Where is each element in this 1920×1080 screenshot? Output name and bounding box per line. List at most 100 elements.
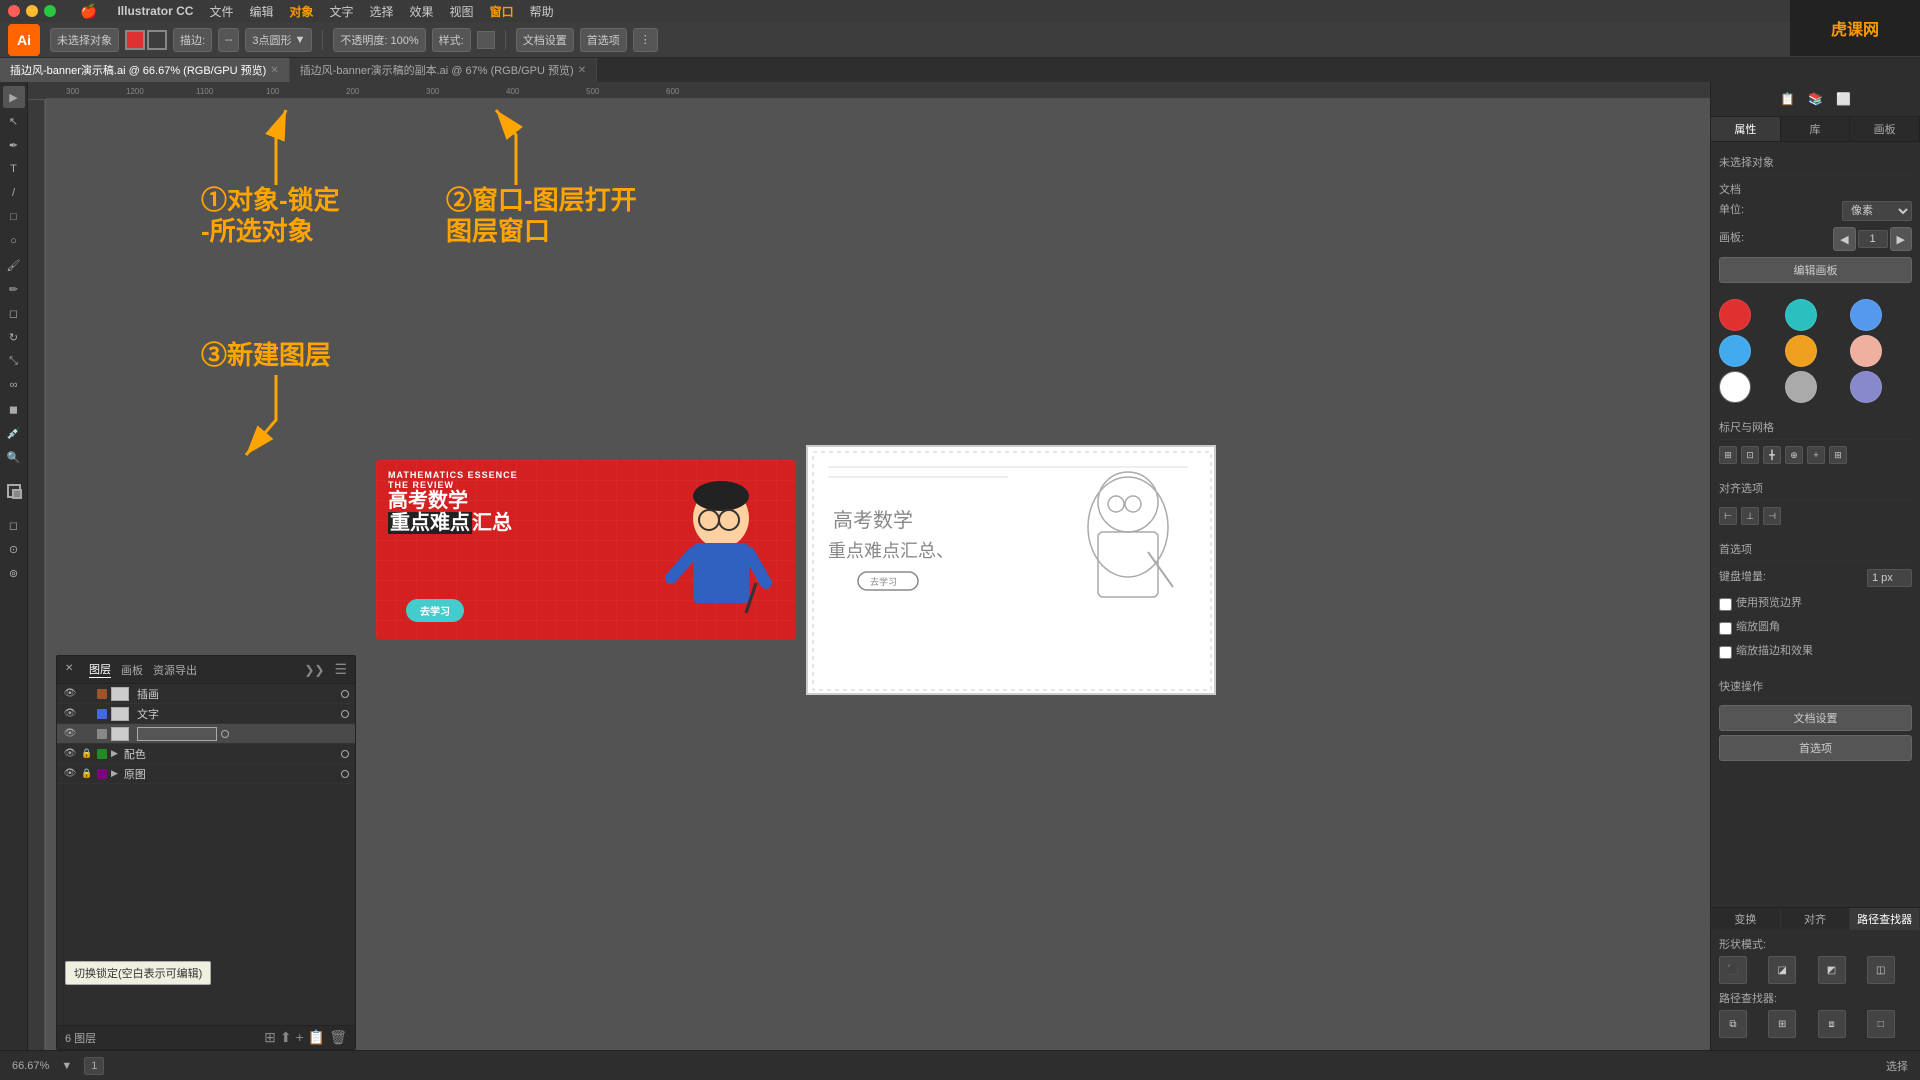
draw-behind-mode[interactable]: ⊚ — [3, 562, 25, 584]
snap-ref-icon[interactable]: ⊞ — [1829, 446, 1847, 464]
layers-tab-boards[interactable]: 画板 — [121, 662, 143, 678]
swatch-blue[interactable] — [1850, 299, 1882, 331]
layer-row-peise[interactable]: 👁 🔒 ▶ 配色 — [57, 744, 355, 764]
doc-settings-btn-panel[interactable]: 文档设置 — [1719, 705, 1912, 731]
draw-inside-mode[interactable]: ⊙ — [3, 538, 25, 560]
round-corners-check[interactable] — [1719, 622, 1732, 635]
layers-tab-layers[interactable]: 图层 — [89, 661, 111, 678]
artboard-prev[interactable]: ◀ — [1833, 227, 1855, 251]
expand-arrow[interactable]: ▶ — [111, 768, 118, 779]
swatch-lavender[interactable] — [1850, 371, 1882, 403]
tab-transform[interactable]: 变换 — [1711, 908, 1781, 930]
outline-btn[interactable]: □ — [1867, 1010, 1895, 1038]
lock-icon[interactable] — [81, 688, 93, 700]
pen-tool[interactable]: ✒ — [3, 134, 25, 156]
properties-icon[interactable]: 📋 — [1777, 88, 1799, 110]
opacity-control[interactable]: 不透明度: 100% — [333, 28, 425, 52]
direct-select-tool[interactable]: ↖ — [3, 110, 25, 132]
tab-properties[interactable]: 属性 — [1711, 117, 1781, 141]
menu-help[interactable]: 帮助 — [530, 3, 554, 20]
layer-options-icon[interactable] — [341, 690, 349, 698]
visibility-eye-icon[interactable]: 👁 — [63, 747, 77, 761]
preferences-btn[interactable]: 首选项 — [580, 28, 627, 52]
ellipse-tool[interactable]: ○ — [3, 230, 25, 252]
brush-tool[interactable]: 🖌 — [3, 254, 25, 276]
snap-add-icon[interactable]: + — [1807, 446, 1825, 464]
intersect-btn[interactable]: ◩ — [1818, 956, 1846, 984]
eyedropper-tool[interactable]: 💉 — [3, 422, 25, 444]
doc-settings-btn[interactable]: 文档设置 — [516, 28, 574, 52]
draw-normal-mode[interactable]: ◻ — [3, 514, 25, 536]
artboard-input[interactable] — [1858, 230, 1888, 248]
delete-layer-btn[interactable]: 🗑 — [329, 1029, 347, 1046]
apple-icon[interactable]: 🍎 — [80, 3, 97, 20]
arrange-menu[interactable]: ⋮ — [633, 28, 658, 52]
move-to-new-layer-btn[interactable]: 📋 — [308, 1029, 325, 1046]
swatch-white[interactable] — [1719, 371, 1751, 403]
tab-align[interactable]: 对齐 — [1781, 908, 1851, 930]
rect-tool[interactable]: □ — [3, 206, 25, 228]
swatch-orange[interactable] — [1785, 335, 1817, 367]
snap-guide-icon[interactable]: ╋ — [1763, 446, 1781, 464]
artboards-icon[interactable]: ⬜ — [1833, 88, 1855, 110]
visibility-eye-icon[interactable]: 👁 — [63, 687, 77, 701]
align-left-icon[interactable]: ⊢ — [1719, 507, 1737, 525]
expand-arrow[interactable]: ▶ — [111, 748, 118, 759]
style-swatch[interactable] — [477, 31, 495, 49]
align-center-icon[interactable]: ⊥ — [1741, 507, 1759, 525]
maximize-button[interactable] — [44, 5, 56, 17]
new-layer-from-btn[interactable]: ⬆ — [280, 1029, 292, 1046]
keyboard-increment-input[interactable] — [1867, 569, 1912, 587]
trim-btn[interactable]: ⧉ — [1719, 1010, 1747, 1038]
add-sublayer-btn[interactable]: ⊞ — [264, 1029, 276, 1046]
layer-row-chuhua[interactable]: 👁 插画 — [57, 684, 355, 704]
unite-btn[interactable]: ⬛ — [1719, 956, 1747, 984]
layer-name-input[interactable] — [137, 727, 217, 741]
minus-front-btn[interactable]: ◪ — [1768, 956, 1796, 984]
menu-effects[interactable]: 效果 — [410, 3, 434, 20]
tab-pathfinder[interactable]: 路径查找器 — [1850, 908, 1920, 930]
exclude-btn[interactable]: ◫ — [1867, 956, 1895, 984]
layers-tab-export[interactable]: 资源导出 — [153, 662, 197, 678]
fill-stroke-toggle[interactable] — [3, 480, 25, 502]
fill-color[interactable] — [125, 30, 145, 50]
lock-icon[interactable] — [81, 708, 93, 720]
close-button[interactable] — [8, 5, 20, 17]
unit-select[interactable]: 像素 点 毫米 — [1842, 201, 1912, 221]
stroke-color[interactable] — [147, 30, 167, 50]
layer-options-icon[interactable] — [341, 710, 349, 718]
layers-menu[interactable]: ☰ — [334, 661, 347, 678]
select-tool[interactable]: ▶ — [3, 86, 25, 108]
tab-artboards[interactable]: 画板 — [1850, 117, 1920, 141]
gradient-tool[interactable]: ◼ — [3, 398, 25, 420]
blend-tool[interactable]: ∞ — [3, 374, 25, 396]
merge-btn[interactable]: ⊞ — [1768, 1010, 1796, 1038]
layer-options-icon[interactable] — [341, 750, 349, 758]
eraser-tool[interactable]: ◻ — [3, 302, 25, 324]
snap-point-icon[interactable]: ⊡ — [1741, 446, 1759, 464]
layer-options-icon[interactable] — [341, 770, 349, 778]
scale-strokes-check[interactable] — [1719, 598, 1732, 611]
banner-design[interactable]: MATHEMATICS ESSENCE THE REVIEW 高考数学 重点难点… — [376, 460, 796, 640]
tab-1[interactable]: 插边风-banner演示稿.ai @ 66.67% (RGB/GPU 预览) ✕ — [0, 58, 290, 82]
align-right-icon[interactable]: ⊣ — [1763, 507, 1781, 525]
layer-row-editing[interactable]: 👁 — [57, 724, 355, 744]
layer-row-wenzi[interactable]: 👁 文字 — [57, 704, 355, 724]
menu-text[interactable]: 文字 — [330, 3, 354, 20]
menu-view[interactable]: 视图 — [450, 3, 474, 20]
swatch-teal[interactable] — [1785, 299, 1817, 331]
lock-icon[interactable] — [81, 728, 93, 740]
visibility-eye-icon[interactable]: 👁 — [63, 767, 77, 781]
swatch-light-blue[interactable] — [1719, 335, 1751, 367]
tab-1-close[interactable]: ✕ — [270, 65, 278, 76]
minimize-button[interactable] — [26, 5, 38, 17]
swatch-pink[interactable] — [1850, 335, 1882, 367]
layer-options-icon[interactable] — [221, 730, 229, 738]
type-tool[interactable]: T — [3, 158, 25, 180]
scale-tool[interactable]: ⤡ — [3, 350, 25, 372]
layers-close[interactable]: ✕ — [65, 663, 79, 677]
zoom-tool[interactable]: 🔍 — [3, 446, 25, 468]
tab-libraries[interactable]: 库 — [1781, 117, 1851, 141]
sketch-design[interactable]: 高考数学 重点难点汇总、 去学习 — [806, 445, 1216, 695]
scale-effects-check[interactable] — [1719, 646, 1732, 659]
